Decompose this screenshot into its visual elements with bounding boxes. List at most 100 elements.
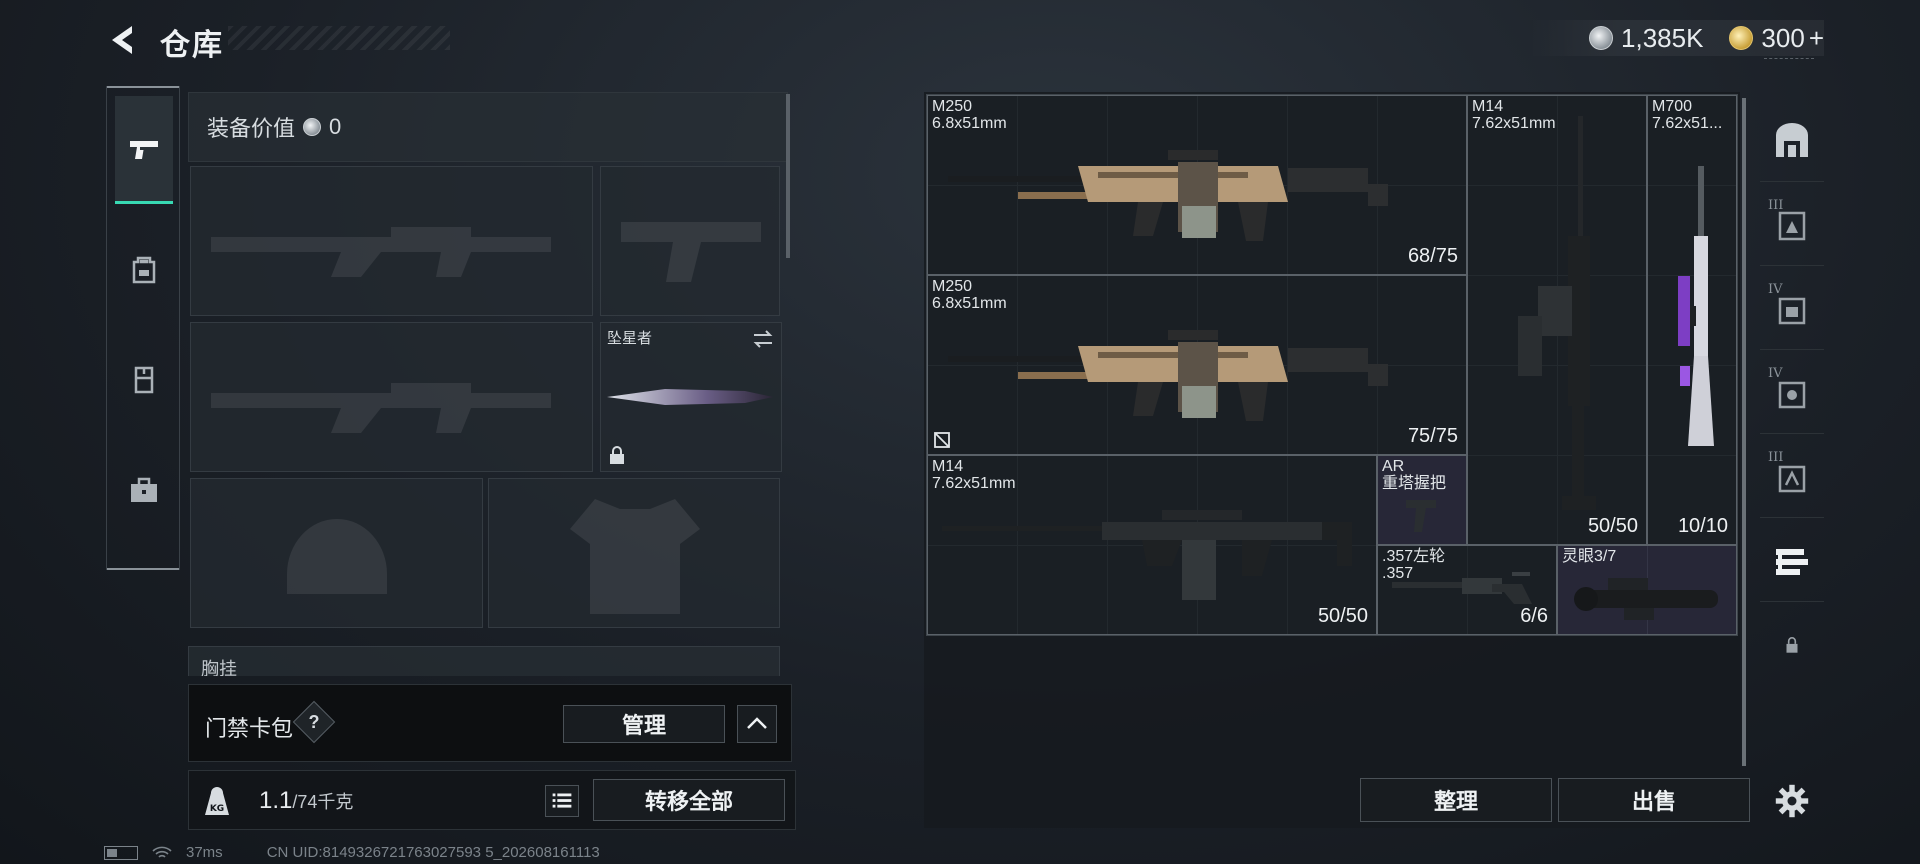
nav-top-cap [107,86,179,88]
tab-backpack[interactable] [115,216,173,324]
list-icon [552,793,572,808]
stash-panel: M250 6.8x51mm 68/75 M250 6.8x51mm 75/75 … [924,92,1750,828]
gold-amount: 300 [1761,22,1805,53]
status-bar: 37ms CN UID:8149326721763027593 5_202608… [104,844,600,861]
case-icon [131,477,157,502]
item-count: 75/75 [1407,425,1458,447]
primary-weapon-slot[interactable] [190,166,593,316]
stash-tab-weapons[interactable] [1760,520,1824,602]
swap-icon[interactable] [751,327,775,351]
secondary-weapon-slot[interactable] [190,322,593,472]
stash-item-m250[interactable]: M250 6.8x51mm 75/75 [927,275,1467,455]
equipment-value: 0 [329,114,342,139]
battle-rifle-icon [1518,116,1596,510]
help-button[interactable]: ? [292,700,336,744]
armor-silhouette-icon [570,499,700,614]
tier-label: III [1768,198,1784,213]
tab-weapons[interactable] [115,96,173,204]
stash-item-m250[interactable]: M250 6.8x51mm 68/75 [927,95,1467,275]
nav-bottom-cap [107,568,179,570]
weight-current: 1.1 [259,787,293,814]
stash-tab-tier4-folder[interactable]: IV [1760,268,1824,350]
user-uid: CN UID:8149326721763027593 5_20260816111… [266,844,600,861]
stash-tab-vault[interactable] [1760,100,1824,182]
add-currency-button[interactable]: + [1809,23,1824,54]
item-label: M700 7.62x51... [1652,98,1723,132]
sell-button[interactable]: 出售 [1558,778,1750,822]
stash-item-357-revolver[interactable]: .357左轮 .357 6/6 [1377,545,1557,635]
right-stash-tabs: III IV IV III [1756,58,1828,828]
item-label: AR 重塔握把 [1382,458,1447,492]
silver-amount: 1,385K [1621,22,1704,53]
vault-icon [1776,122,1808,157]
item-count: 50/50 [1317,605,1368,627]
transfer-all-button[interactable]: 转移全部 [593,779,785,821]
tabs-divider [1764,58,1814,59]
wifi-icon [152,846,172,858]
stash-item-scope[interactable]: 灵眼3/7 [1557,545,1737,635]
sniper-rifle-icon [1678,166,1714,446]
manage-button[interactable]: 管理 [563,705,725,743]
no-repair-icon [934,432,950,448]
melee-name: 坠星者 [607,330,653,347]
tab-case[interactable] [115,436,173,544]
currency-display: 1,385K 300 + [1529,20,1824,56]
stash-item-ar-grip[interactable]: AR 重塔握把 [1377,455,1467,545]
item-label: 灵眼3/7 [1562,548,1617,565]
equipment-value-row: 装备价值 0 [188,92,788,162]
lock-icon [1786,637,1798,653]
stash-grid: M250 6.8x51mm 68/75 M250 6.8x51mm 75/75 … [926,94,1738,636]
melee-slot[interactable]: 坠星者 [600,322,782,472]
chevron-up-icon [747,717,767,729]
pistol-silhouette-icon [621,222,761,282]
stash-tab-tier3-armor[interactable]: III [1760,184,1824,266]
rifle-silhouette-icon [211,227,551,277]
item-count: 6/6 [1520,605,1548,627]
pistol-icon [130,140,158,159]
stash-tab-tier3-helmet[interactable]: III [1760,436,1824,518]
stash-item-m14-vertical[interactable]: M14 7.62x51mm 50/50 [1467,95,1647,545]
left-category-nav [106,86,180,570]
settings-button[interactable] [1760,760,1824,842]
tier-label: IV [1768,366,1783,381]
sort-button[interactable]: 整理 [1360,778,1552,822]
stash-item-m14[interactable]: M14 7.62x51mm 50/50 [927,455,1377,635]
helmet-silhouette-icon [287,519,387,594]
chest-rig-row[interactable]: 胸挂 [188,646,780,676]
ping: 37ms [186,844,223,861]
tier-label: IV [1768,282,1783,297]
top-bar: 仓库 1,385K 300 + [0,0,1920,80]
back-arrow-icon[interactable] [104,20,144,60]
stash-tab-locked[interactable] [1760,604,1824,686]
pistol-slot[interactable] [600,166,780,316]
collapse-button[interactable] [737,705,777,743]
list-view-button[interactable] [545,785,579,817]
gold-coin-icon [1729,26,1754,50]
vest-icon [134,366,154,394]
stash-item-m700[interactable]: M700 7.62x51... 10/10 [1647,95,1737,545]
backpack-icon [132,256,156,284]
equipment-scrollbar[interactable] [786,94,790,258]
stash-scrollbar[interactable] [1742,98,1746,766]
weight-kg-icon: KG [205,787,229,815]
tier-label: III [1768,450,1784,465]
stash-tab-tier4-armor[interactable]: IV [1760,352,1824,434]
item-count: 10/10 [1677,515,1728,537]
scope-icon [1574,578,1718,620]
armor-slot[interactable] [488,478,780,628]
keycard-label: 门禁卡包 [205,716,294,741]
silver-coin-icon [1589,26,1614,50]
tab-vest[interactable] [115,326,173,434]
helmet-slot[interactable] [190,478,483,628]
item-label: M14 7.62x51mm [932,458,1016,492]
item-count: 50/50 [1587,515,1638,537]
machine-gun-icon [948,330,1388,421]
page-title: 仓库 [160,29,224,62]
weight-readout: 1.1/74千克 [259,787,353,815]
equipment-panel: 装备价值 0 坠星者 胸挂 [188,92,790,676]
weapon-rack-icon [1776,548,1808,575]
silver-coin-icon [303,118,322,136]
settings-gear-icon [1775,784,1809,818]
battery-icon [104,845,138,860]
lock-icon [610,446,624,464]
